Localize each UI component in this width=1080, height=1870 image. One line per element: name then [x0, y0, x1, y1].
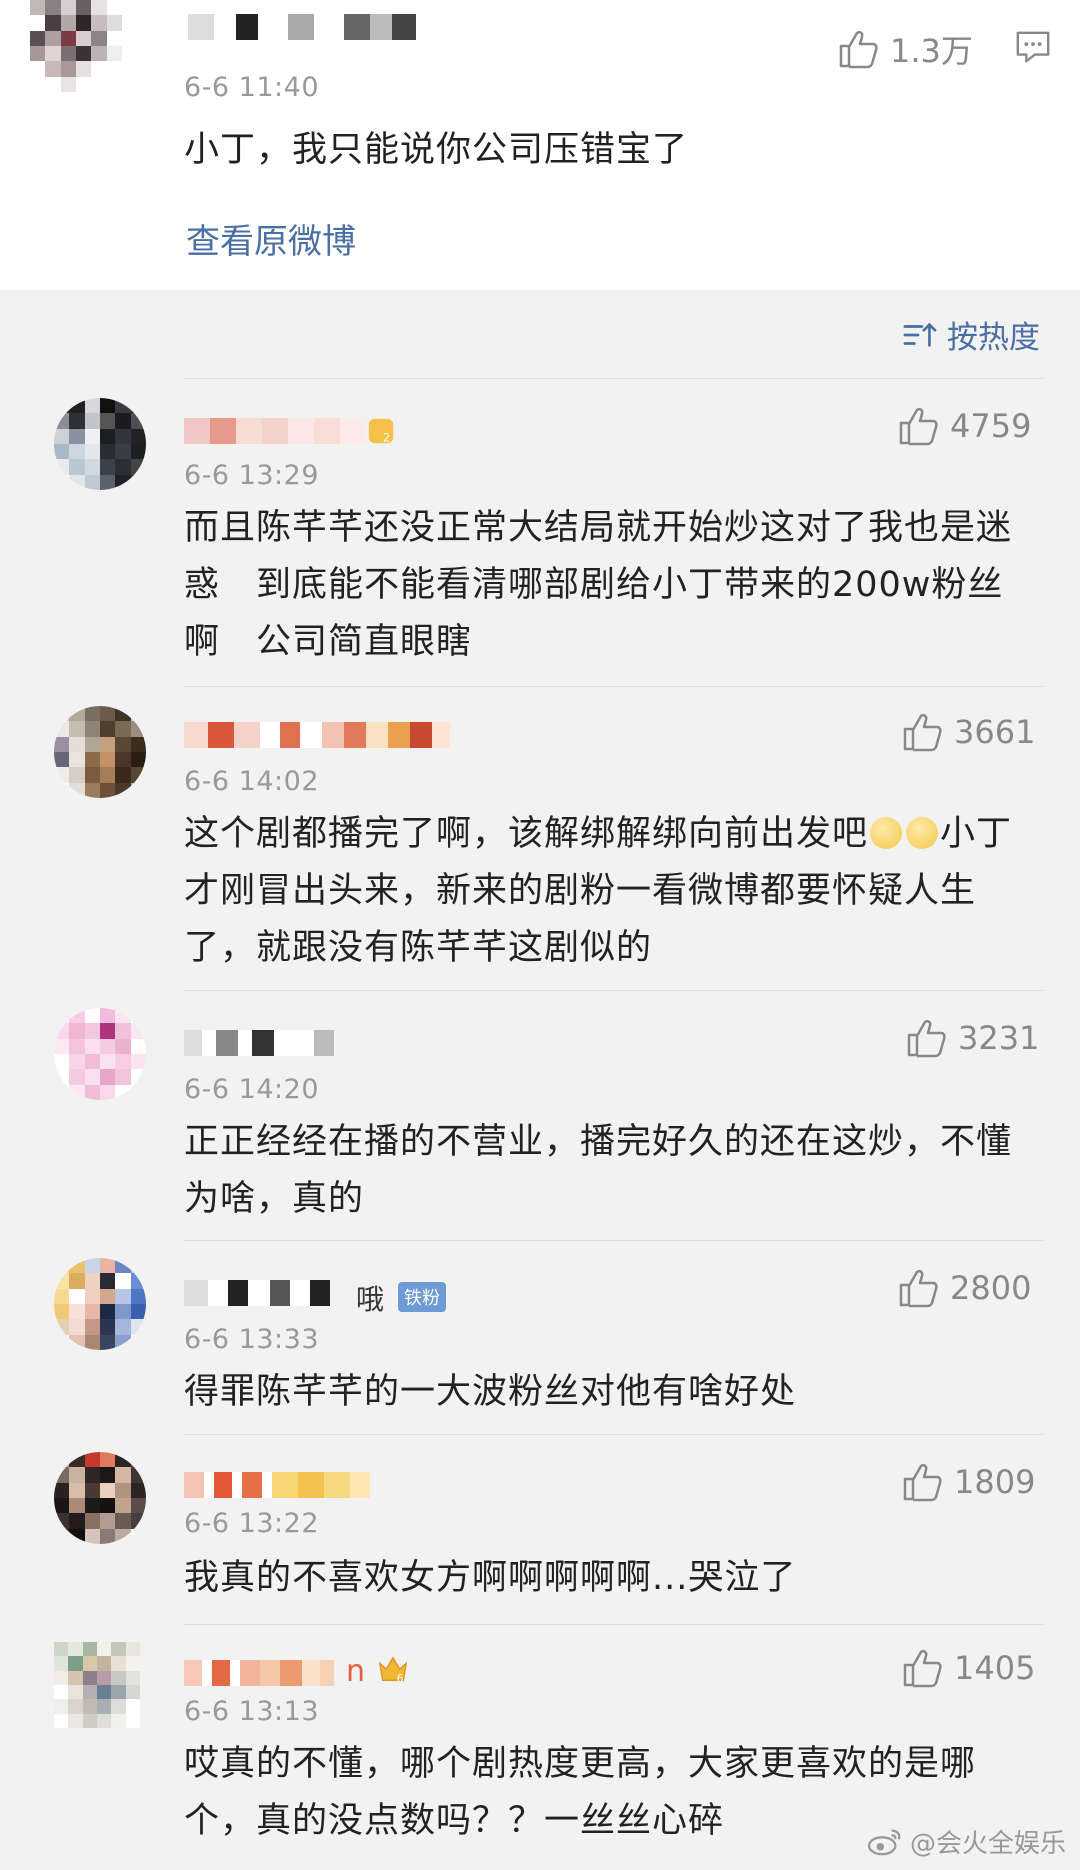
- eye-roll-emoji-icon: [906, 817, 939, 849]
- avatar[interactable]: [54, 1452, 146, 1544]
- comment-time: 6-6 11:40: [184, 72, 319, 103]
- comment-time: 6-6 13:33: [184, 1324, 319, 1355]
- fan-badge: 铁粉: [398, 1282, 446, 1312]
- eye-roll-emoji-icon: [870, 817, 903, 849]
- like-button[interactable]: 4759: [896, 404, 1031, 448]
- divider: [184, 1624, 1044, 1625]
- sort-icon: [903, 322, 937, 347]
- comment-text: 小丁，我只能说你公司压错宝了: [184, 130, 689, 170]
- comment-time: 6-6 14:20: [184, 1074, 319, 1105]
- svg-text:6: 6: [397, 1673, 404, 1685]
- comment-text: 而且陈芊芊还没正常大结局就开始炒这对了我也是迷惑 到底能不能看清哪部剧给小丁带来…: [184, 508, 1013, 662]
- avatar[interactable]: [54, 398, 146, 490]
- watermark: @会火全娱乐: [866, 1823, 1066, 1860]
- sort-label: 按热度: [947, 320, 1040, 356]
- avatar[interactable]: [54, 706, 146, 798]
- avatar[interactable]: [54, 1258, 146, 1350]
- like-button[interactable]: 1.3万: [836, 26, 973, 72]
- like-count: 3661: [954, 713, 1036, 751]
- comment-text: 正正经经在播的不营业，播完好久的还在这炒，不懂为啥，真的: [184, 1122, 1013, 1219]
- like-count: 4759: [950, 407, 1032, 445]
- medal-icon: 2: [368, 418, 394, 444]
- like-count: 1405: [954, 1649, 1036, 1687]
- comment-text-part: 这个剧都播完了啊，该解绑解绑向前出发吧: [184, 814, 869, 854]
- watermark-text: @会火全娱乐: [909, 1829, 1066, 1859]
- thumbs-up-icon: [899, 407, 938, 446]
- comment-time: 6-6 13:22: [184, 1508, 319, 1539]
- comment-time: 6-6 13:13: [184, 1696, 319, 1727]
- weibo-logo-icon: [867, 1829, 901, 1855]
- comment-text: 得罪陈芊芊的一大波粉丝对他有啥好处: [184, 1372, 797, 1412]
- username-blurred[interactable]: [188, 14, 416, 40]
- like-count: 1.3万: [890, 32, 973, 70]
- avatar[interactable]: [30, 0, 122, 92]
- divider: [184, 1434, 1044, 1435]
- username-blurred[interactable]: [184, 722, 450, 748]
- like-button[interactable]: 1405: [900, 1646, 1035, 1690]
- like-count: 2800: [950, 1269, 1032, 1307]
- like-count: 1809: [954, 1463, 1036, 1501]
- thumbs-up-icon: [899, 1269, 938, 1308]
- comment-icon[interactable]: [1014, 28, 1052, 66]
- divider: [184, 686, 1044, 687]
- thumbs-up-icon: [903, 713, 942, 752]
- svg-text:2: 2: [383, 431, 390, 444]
- username-tail[interactable]: 哦: [356, 1278, 384, 1318]
- crown-medal-icon: 6: [378, 1656, 408, 1685]
- sort-by-hot[interactable]: 按热度: [903, 312, 1040, 357]
- username-blurred[interactable]: [184, 1280, 330, 1306]
- username-blurred[interactable]: [184, 1472, 370, 1498]
- username-blurred[interactable]: [184, 1030, 334, 1056]
- thumbs-up-icon: [839, 30, 878, 69]
- username-blurred[interactable]: [184, 418, 366, 444]
- divider: [184, 1240, 1044, 1241]
- comment-time: 6-6 13:29: [184, 460, 319, 491]
- avatar[interactable]: [54, 1008, 146, 1100]
- like-count: 3231: [958, 1019, 1040, 1057]
- thumbs-up-icon: [903, 1649, 942, 1688]
- view-original-link[interactable]: 查看原微博: [186, 214, 356, 263]
- avatar[interactable]: [54, 1642, 140, 1728]
- comment-time: 6-6 14:02: [184, 766, 319, 797]
- like-button[interactable]: 3231: [904, 1016, 1039, 1060]
- like-button[interactable]: 3661: [900, 710, 1035, 754]
- comment-text: 这个剧都播完了啊，该解绑解绑向前出发吧 小丁才刚冒出头来，新来的剧粉一看微博都要怀…: [184, 806, 1024, 977]
- username-blurred[interactable]: [184, 1660, 334, 1686]
- username-tail[interactable]: n: [346, 1654, 365, 1689]
- divider: [184, 990, 1044, 991]
- thumbs-up-icon: [907, 1019, 946, 1058]
- thumbs-up-icon: [903, 1463, 942, 1502]
- divider: [184, 378, 1044, 379]
- like-button[interactable]: 1809: [900, 1460, 1035, 1504]
- top-comment-card: 6-6 11:40 小丁，我只能说你公司压错宝了 查看原微博 1.3万: [0, 0, 1080, 290]
- like-button[interactable]: 2800: [896, 1266, 1031, 1310]
- comment-text: 我真的不喜欢女方啊啊啊啊啊...哭泣了: [184, 1558, 797, 1598]
